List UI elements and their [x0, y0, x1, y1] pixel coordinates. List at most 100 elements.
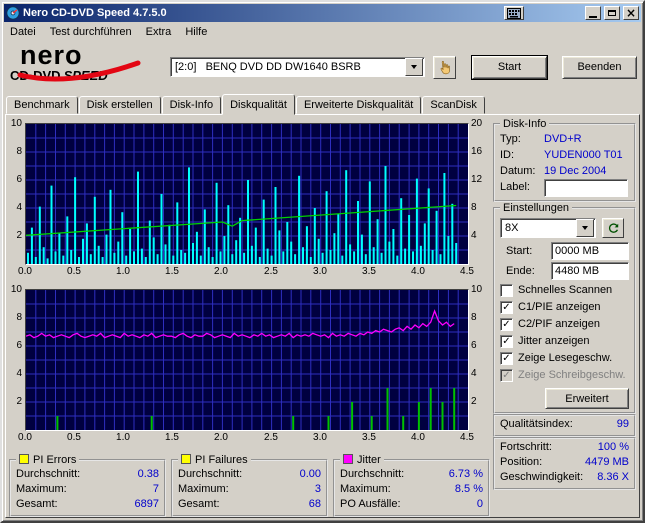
tab-scandisk[interactable]: ScanDisk — [422, 96, 485, 114]
stat-value: 0.00 — [299, 468, 321, 480]
x-axis-tick: 1.5 — [165, 432, 179, 443]
disk-label-label: Label: — [500, 181, 530, 193]
y-axis-left-tick: 6 — [16, 174, 22, 185]
start-button[interactable]: Start — [472, 55, 547, 79]
chart-plot-area — [25, 123, 469, 265]
pi-errors-chart: 2 4 6 8 10 4 8 12 16 20 0.0 0.5 1.0 1.5 2.0 2.5 3.0 3.5 4.… — [9, 119, 489, 279]
x-axis-tick: 4.0 — [411, 432, 425, 443]
stat-value: 6.73 % — [448, 468, 483, 480]
checkbox-box[interactable] — [500, 283, 513, 297]
tab-benchmark[interactable]: Benchmark — [6, 96, 78, 114]
minimize-button[interactable] — [585, 6, 601, 20]
tab-disk-info[interactable]: Disk-Info — [161, 96, 222, 114]
maximize-button[interactable] — [604, 6, 620, 20]
advanced-button[interactable]: Erweitert — [545, 388, 629, 409]
drive-select-value: [2:0] BENQ DVD DD DW1640 BSRB — [175, 61, 361, 73]
tab-erweiterte-diskqualit-t[interactable]: Erweiterte Diskqualität — [295, 96, 422, 114]
window-title: Nero CD-DVD Speed 4.7.5.0 — [23, 7, 167, 19]
y-axis-right-tick: 4 — [471, 230, 477, 241]
x-axis-tick: 3.0 — [313, 266, 327, 277]
tab-diskqualit-t[interactable]: Diskqualität — [222, 94, 295, 115]
menubar: Datei Test durchführen Extra Hilfe — [2, 22, 643, 41]
legend-color-swatch — [19, 454, 29, 464]
checkbox-label: C1/PIE anzeigen — [518, 301, 601, 313]
checkbox-box[interactable]: ✓ — [500, 351, 513, 365]
x-axis-tick: 0.0 — [18, 432, 32, 443]
x-axis-tick: 2.0 — [214, 432, 228, 443]
drive-select[interactable]: [2:0] BENQ DVD DD DW1640 BSRB — [170, 57, 425, 77]
y-axis-right-tick: 2 — [471, 396, 477, 407]
end-position-input[interactable] — [551, 262, 629, 280]
checkbox-label: Schnelles Scannen — [518, 284, 613, 296]
x-axis-tick: 4.5 — [460, 432, 474, 443]
disk-info-label: Datum: — [500, 165, 536, 177]
disk-info-group: Disk-Info Typ: DVD+R ID: YUDEN000 T01 Datum:… — [493, 118, 636, 202]
stat-value: 0.38 — [137, 468, 159, 480]
stats-panel-title: Jitter — [340, 454, 384, 466]
checkbox-c2-pif-anzeigen[interactable]: ✓ C2/PIF anzeigen — [500, 316, 629, 332]
stat-label: Durchschnitt: — [340, 468, 405, 480]
x-axis-tick: 0.0 — [18, 266, 32, 277]
y-axis-left-tick: 4 — [16, 202, 22, 213]
disk-info-label: Typ: — [500, 133, 521, 145]
charts-column: 2 4 6 8 10 4 8 12 16 20 0.0 0.5 1.0 1.5 2.0 2.5 3.0 3.5 4.… — [9, 118, 490, 517]
quality-index-group: Qualitätsindex: 99 — [493, 414, 636, 437]
disk-info-value: YUDEN000 T01 — [544, 149, 623, 161]
y-axis-right-tick: 20 — [471, 118, 483, 129]
progress-value: 100 % — [597, 441, 629, 453]
y-axis-right-tick: 16 — [471, 146, 483, 157]
x-axis-tick: 2.5 — [264, 432, 278, 443]
menu-test-durchf-hren[interactable]: Test durchführen — [43, 24, 139, 40]
tab-disk-erstellen[interactable]: Disk erstellen — [78, 96, 161, 114]
speed-select[interactable]: 8X — [500, 218, 596, 238]
y-axis-left-tick: 6 — [16, 340, 22, 351]
checkbox-zeige-schreibgeschw[interactable]: ✓ Zeige Schreibgeschw. — [500, 367, 629, 383]
start-position-input[interactable] — [551, 242, 629, 260]
disk-info-value: 19 Dec 2004 — [544, 165, 607, 177]
y-axis-left-tick: 2 — [16, 230, 22, 241]
chevron-down-icon[interactable] — [576, 219, 594, 237]
y-axis-left-tick: 4 — [16, 368, 22, 379]
stats-panel-jitter: Jitter Durchschnitt: 6.73 % Maximum: 8.5 % PO… — [333, 454, 490, 517]
settings-group: Einstellungen 8X Start: 0000 MB Ende: 44… — [493, 202, 636, 414]
y-axis-right-tick: 12 — [471, 174, 483, 185]
jitter-chart: 2 4 6 8 10 2 4 6 8 10 0.0 0.5 1.0 1.5 2.0 2.5 3.0 3.5 4.0 4… — [9, 285, 489, 445]
checkbox-box[interactable]: ✓ — [500, 300, 513, 314]
disk-label-input[interactable] — [544, 179, 628, 197]
x-axis-tick: 1.0 — [116, 266, 130, 277]
stat-value: 0 — [476, 498, 483, 510]
y-axis-left-tick: 10 — [10, 118, 22, 129]
menu-extra[interactable]: Extra — [139, 24, 179, 40]
checkbox-box[interactable]: ✓ — [500, 317, 513, 331]
chevron-down-icon[interactable] — [404, 58, 423, 76]
x-axis-tick: 0.5 — [67, 266, 81, 277]
y-axis-right-tick: 8 — [471, 202, 477, 213]
titlebar[interactable]: Nero CD-DVD Speed 4.7.5.0 × — [4, 4, 641, 22]
checkbox-box[interactable]: ✓ — [500, 368, 513, 382]
disk-info-title: Disk-Info — [503, 118, 547, 130]
tabstrip: Benchmark Disk erstellen Disk-Info Diskqual… — [2, 93, 643, 115]
legend-color-swatch — [181, 454, 191, 464]
disk-info-label: ID: — [500, 149, 515, 161]
stat-value: 7 — [152, 483, 159, 495]
checkbox-c1-pie-anzeigen[interactable]: ✓ C1/PIE anzeigen — [500, 299, 629, 315]
refresh-button[interactable] — [602, 218, 624, 238]
quit-button[interactable]: Beenden — [562, 55, 637, 79]
menu-datei[interactable]: Datei — [3, 24, 43, 40]
disk-info-value: DVD+R — [544, 133, 582, 145]
progress-value: 8.36 X — [597, 471, 629, 483]
checkbox-zeige-lesegeschw[interactable]: ✓ Zeige Lesegeschw. — [500, 350, 629, 366]
eject-button[interactable] — [432, 55, 456, 79]
close-button[interactable]: × — [623, 6, 639, 20]
checkbox-jitter-anzeigen[interactable]: ✓ Jitter anzeigen — [500, 333, 629, 349]
checkbox-box[interactable]: ✓ — [500, 334, 513, 348]
start-position-label: Start: — [506, 245, 533, 257]
x-axis-tick: 0.5 — [67, 432, 81, 443]
progress-label: Position: — [500, 456, 543, 468]
menu-hilfe[interactable]: Hilfe — [178, 24, 214, 40]
checkbox-schnelles-scannen[interactable]: Schnelles Scannen — [500, 282, 629, 298]
stats-panel-pi-failures: PI Failures Durchschnitt: 0.00 Maximum: 3 Ges… — [171, 454, 328, 517]
stat-label: Maximum: — [16, 483, 67, 495]
x-axis-tick: 2.0 — [214, 266, 228, 277]
titlebar-extra-button[interactable] — [504, 6, 524, 20]
